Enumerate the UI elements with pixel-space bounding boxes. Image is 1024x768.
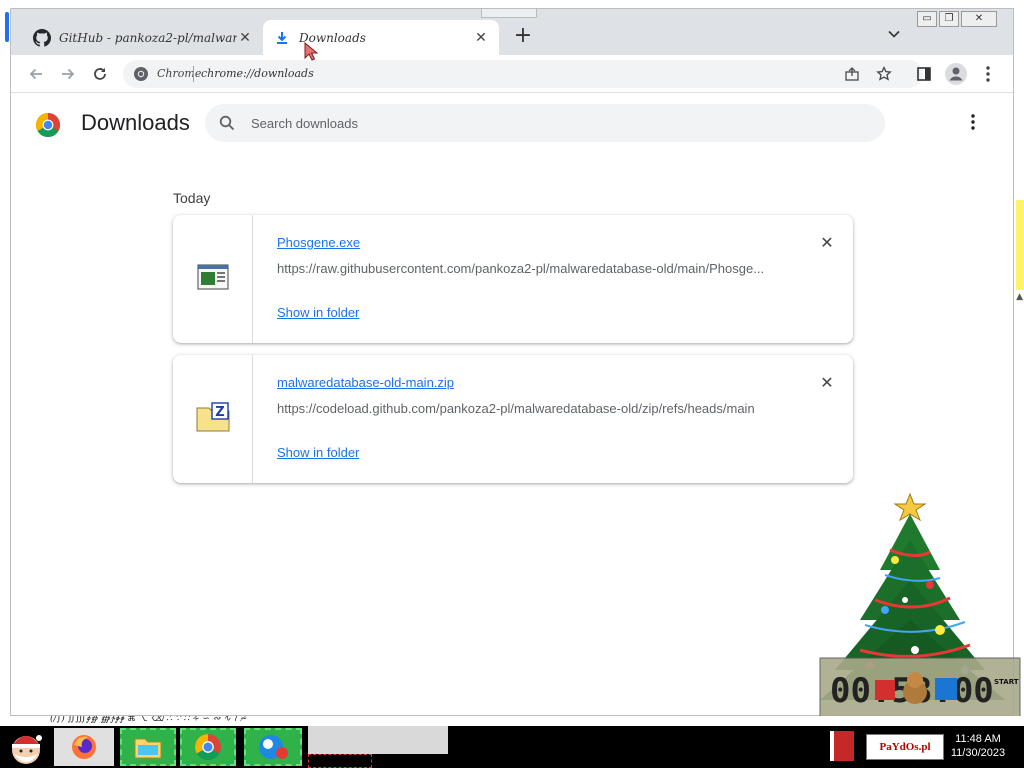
close-tab-button[interactable]: ✕ bbox=[237, 30, 253, 46]
tab-github[interactable]: GitHub - pankoza2-pl/malwaredatabase ✕ bbox=[23, 20, 263, 55]
app-globe-icon bbox=[259, 735, 288, 759]
window-drag-handle[interactable] bbox=[481, 9, 537, 18]
restore-button[interactable]: ❐ bbox=[939, 11, 959, 27]
tray-logo[interactable]: PaYdOs.pl bbox=[866, 734, 944, 760]
scroll-up-arrow-icon[interactable]: ▲ bbox=[1016, 292, 1023, 302]
reload-button[interactable] bbox=[87, 61, 113, 87]
browser-toolbar: Chrome chrome://downloads bbox=[11, 55, 1013, 93]
profile-button[interactable] bbox=[943, 61, 969, 87]
tab-search-chevron-icon[interactable] bbox=[883, 27, 905, 47]
start-button[interactable] bbox=[2, 728, 50, 766]
firefox-icon bbox=[72, 735, 96, 759]
mouse-cursor-icon bbox=[304, 41, 320, 62]
download-source-url[interactable]: https://raw.githubusercontent.com/pankoz… bbox=[277, 261, 797, 276]
background-window-strip: (/∫) ∬∭∮∯ ∰∱∲∳ ⌘ ⌥ ⌫ ∴ ∵ ∷ ∻ ∽ ∾ ∿ ≀ ≁ bbox=[0, 716, 1024, 726]
taskbar-firefox[interactable] bbox=[54, 728, 114, 766]
tab-title: Downloads bbox=[299, 30, 366, 45]
download-file-name-link[interactable]: Phosgene.exe bbox=[277, 235, 360, 250]
share-button[interactable] bbox=[839, 61, 865, 87]
show-in-folder-link[interactable]: Show in folder bbox=[277, 445, 359, 460]
desktop-left-blue-marker bbox=[5, 12, 9, 42]
share-icon bbox=[845, 67, 859, 81]
counter-start-label[interactable]: START bbox=[994, 678, 1019, 686]
profile-avatar-icon bbox=[945, 63, 967, 85]
download-source-url[interactable]: https://codeload.github.com/pankoza2-pl/… bbox=[277, 401, 797, 416]
back-button[interactable] bbox=[23, 61, 49, 87]
remove-download-button[interactable]: ✕ bbox=[817, 373, 837, 393]
address-separator bbox=[193, 66, 194, 82]
tab-title: GitHub - pankoza2-pl/malwaredatabase bbox=[59, 30, 237, 45]
remove-download-button[interactable]: ✕ bbox=[817, 233, 837, 253]
taskbar-window-button[interactable] bbox=[308, 726, 448, 754]
show-in-folder-link[interactable]: Show in folder bbox=[277, 305, 359, 320]
page-title: Downloads bbox=[81, 110, 190, 135]
background-window-text: (/∫) ∬∭∮∯ ∰∱∲∳ ⌘ ⌥ ⌫ ∴ ∵ ∷ ∻ ∽ ∾ ∿ ≀ ≁ bbox=[50, 716, 248, 724]
tray-red-icon[interactable] bbox=[830, 731, 854, 761]
search-icon bbox=[219, 115, 235, 131]
close-tab-button[interactable]: ✕ bbox=[473, 30, 489, 46]
taskbar-file-explorer[interactable] bbox=[120, 728, 176, 766]
window-controls: ▭ ❐ ✕ bbox=[917, 11, 997, 27]
side-panel-button[interactable] bbox=[911, 61, 937, 87]
taskbar-clock[interactable]: 11:48 AM 11/30/2023 bbox=[948, 732, 1008, 760]
date-section-label: Today bbox=[173, 190, 211, 206]
file-explorer-icon bbox=[134, 738, 162, 759]
kebab-menu-icon bbox=[971, 114, 975, 130]
taskbar-window-indicator bbox=[308, 754, 372, 768]
address-chip: Chrome bbox=[157, 67, 202, 80]
chrome-icon bbox=[133, 66, 149, 82]
download-file-name-link[interactable]: malwaredatabase-old-main.zip bbox=[277, 375, 454, 390]
background-window-yellow-edge bbox=[1016, 200, 1024, 290]
taskbar-chrome[interactable] bbox=[180, 728, 236, 766]
github-icon bbox=[33, 28, 51, 47]
browser-menu-button[interactable] bbox=[975, 61, 1001, 87]
taskbar: PaYdOs.pl 11:48 AM 11/30/2023 bbox=[0, 726, 1024, 768]
tab-strip: ▭ ❐ ✕ GitHub - pankoza2-pl/malwaredataba… bbox=[11, 9, 1013, 55]
chrome-logo-icon bbox=[35, 112, 61, 138]
desktop-top-strip bbox=[0, 0, 1024, 8]
christmas-tree-widget: 00:58:00 START bbox=[790, 480, 1024, 726]
taskbar-app[interactable] bbox=[244, 728, 302, 766]
clock-date: 11/30/2023 bbox=[950, 747, 1006, 759]
kebab-menu-icon bbox=[986, 66, 990, 82]
download-item: Phosgene.exe https://raw.githubuserconte… bbox=[173, 215, 853, 343]
back-arrow-icon bbox=[29, 68, 42, 80]
download-icon bbox=[273, 29, 291, 47]
star-icon bbox=[876, 66, 892, 81]
address-url[interactable]: chrome://downloads bbox=[201, 67, 314, 80]
tab-downloads[interactable]: Downloads ✕ bbox=[263, 20, 499, 55]
file-icon-column bbox=[173, 215, 253, 343]
side-panel-icon bbox=[917, 67, 931, 81]
desktop-left-strip bbox=[0, 0, 10, 720]
new-tab-button[interactable]: + bbox=[511, 25, 535, 49]
file-icon-column: Z bbox=[173, 355, 253, 483]
minimize-button[interactable]: ▭ bbox=[917, 11, 937, 27]
search-downloads-box[interactable] bbox=[205, 104, 885, 142]
chrome-icon bbox=[195, 734, 221, 760]
forward-button[interactable] bbox=[55, 61, 81, 87]
exe-window-icon bbox=[196, 263, 229, 295]
address-bar[interactable]: Chrome chrome://downloads bbox=[123, 60, 923, 88]
bookmark-button[interactable] bbox=[871, 61, 897, 87]
close-window-button[interactable]: ✕ bbox=[961, 11, 997, 27]
clock-time: 11:48 AM bbox=[955, 733, 1001, 745]
downloads-menu-button[interactable] bbox=[965, 114, 981, 134]
search-input[interactable] bbox=[251, 112, 851, 134]
svg-text:Z: Z bbox=[215, 405, 224, 420]
zip-folder-icon: Z bbox=[196, 401, 230, 437]
forward-arrow-icon bbox=[62, 68, 75, 80]
santa-start-icon bbox=[12, 735, 42, 764]
download-item: Z malwaredatabase-old-main.zip https://c… bbox=[173, 355, 853, 483]
reload-icon bbox=[94, 68, 106, 80]
